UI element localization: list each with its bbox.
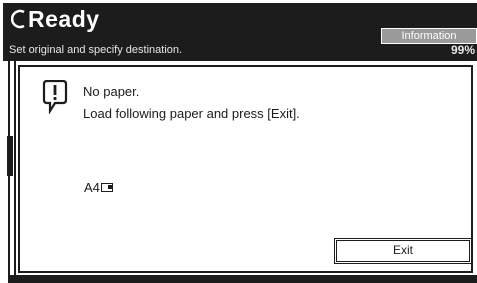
ready-status-icon xyxy=(11,9,25,29)
paper-orientation-icon xyxy=(100,183,113,193)
error-message: No paper. xyxy=(83,84,140,99)
paper-size-label: A4 xyxy=(84,180,100,195)
status-header: Ready Set original and specify destinati… xyxy=(3,3,477,61)
status-subtitle: Set original and specify destination. xyxy=(9,44,183,56)
bottom-frame xyxy=(8,275,477,283)
memory-percent: 99% xyxy=(450,43,475,57)
information-button[interactable]: Information xyxy=(381,28,477,44)
frame-notch xyxy=(7,136,13,176)
no-paper-dialog: No paper. Load following paper and press… xyxy=(18,65,473,273)
left-frame xyxy=(7,61,16,283)
exit-button[interactable]: Exit xyxy=(334,238,472,264)
paper-size-indicator: A4 xyxy=(84,180,113,196)
alert-icon xyxy=(42,80,68,114)
copier-screen: Ready Set original and specify destinati… xyxy=(3,3,477,283)
status-title: Ready xyxy=(28,6,100,32)
instruction-message: Load following paper and press [Exit]. xyxy=(83,106,300,121)
